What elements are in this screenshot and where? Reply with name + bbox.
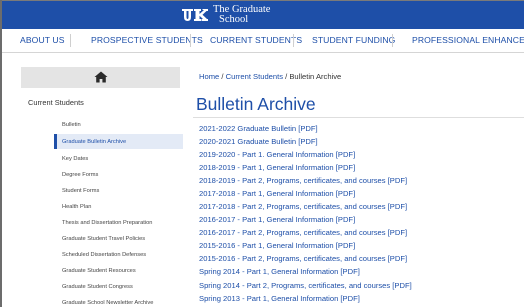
sidebar-item-travel-policies[interactable]: Graduate Student Travel Policies: [62, 236, 145, 242]
sidebar-home-bar[interactable]: [21, 67, 180, 88]
nav-divider: [293, 34, 294, 47]
bulletin-link[interactable]: Spring 2014 - Part 2, Programs, certific…: [199, 281, 412, 290]
sidebar-item-key-dates[interactable]: Key Dates: [62, 156, 88, 162]
breadcrumb-home-link[interactable]: Home: [199, 72, 219, 81]
sidebar-item-bulletin[interactable]: Bulletin: [62, 122, 81, 128]
bulletin-link[interactable]: 2021-2022 Graduate Bulletin [PDF]: [199, 124, 318, 133]
home-icon: [94, 71, 108, 83]
bulletin-link[interactable]: 2017-2018 - Part 2, Programs, certificat…: [199, 202, 407, 211]
bulletin-link[interactable]: 2018-2019 - Part 1, General Information …: [199, 163, 355, 172]
bulletin-link[interactable]: Spring 2014 - Part 1, General Informatio…: [199, 267, 360, 276]
nav-divider: [70, 34, 71, 47]
nav-divider: [190, 34, 191, 47]
page-title: Bulletin Archive: [196, 94, 316, 114]
uk-logo-icon: [182, 9, 208, 21]
breadcrumb-current-page: Bulletin Archive: [289, 72, 342, 81]
sidebar-item-degree-forms[interactable]: Degree Forms: [62, 172, 98, 178]
nav-about-us[interactable]: ABOUT US: [20, 35, 65, 45]
bulletin-link[interactable]: 2015-2016 - Part 2, Programs, certificat…: [199, 254, 407, 263]
nav-prospective-students[interactable]: PROSPECTIVE STUDENTS: [91, 35, 203, 45]
sidebar-item-newsletter-archive[interactable]: Graduate School Newsletter Archive: [62, 300, 153, 306]
main-nav: ABOUT US PROSPECTIVE STUDENTS CURRENT ST…: [2, 29, 524, 53]
bulletin-link[interactable]: 2018-2019 - Part 2, Programs, certificat…: [199, 176, 407, 185]
bulletin-link[interactable]: 2017-2018 - Part 1, General Information …: [199, 189, 355, 198]
nav-professional-enhancement[interactable]: PROFESSIONAL ENHANCEMENT: [412, 35, 524, 45]
sidebar-item-health-plan[interactable]: Health Plan: [62, 204, 91, 210]
sidebar-title: Current Students: [28, 98, 84, 107]
nav-divider: [392, 34, 393, 47]
site-logo[interactable]: The Graduate School: [180, 3, 270, 27]
sidebar-item-student-forms[interactable]: Student Forms: [62, 188, 99, 194]
nav-current-students[interactable]: CURRENT STUDENTS: [210, 35, 302, 45]
site-header: The Graduate School: [2, 1, 524, 29]
logo-line-2: School: [219, 14, 249, 25]
sidebar-item-student-congress[interactable]: Graduate Student Congress: [62, 284, 133, 290]
logo-text: The Graduate School: [213, 4, 270, 25]
title-divider: [193, 117, 524, 118]
bulletin-link[interactable]: 2020-2021 Graduate Bulletin [PDF]: [199, 137, 318, 146]
bulletin-link[interactable]: 2015-2016 - Part 1, General Information …: [199, 241, 355, 250]
bulletin-link[interactable]: Spring 2013 - Part 1, General Informatio…: [199, 294, 360, 303]
bulletin-link[interactable]: 2019-2020 - Part 1. General Information …: [199, 150, 355, 159]
sidebar-item-dissertation-defenses[interactable]: Scheduled Dissertation Defenses: [62, 252, 146, 258]
bulletin-link[interactable]: 2016-2017 - Part 2, Programs, certificat…: [199, 228, 407, 237]
sidebar-item-student-resources[interactable]: Graduate Student Resources: [62, 268, 136, 274]
nav-student-funding[interactable]: STUDENT FUNDING: [312, 35, 395, 45]
sidebar-item-graduate-bulletin-archive[interactable]: Graduate Bulletin Archive: [62, 139, 126, 145]
breadcrumb-current-students-link[interactable]: Current Students: [226, 72, 283, 81]
breadcrumb: Home / Current Students / Bulletin Archi…: [199, 72, 341, 81]
sidebar-item-thesis-dissertation-preparation[interactable]: Thesis and Dissertation Preparation: [62, 220, 152, 226]
bulletin-link[interactable]: 2016-2017 - Part 1, General Information …: [199, 215, 355, 224]
